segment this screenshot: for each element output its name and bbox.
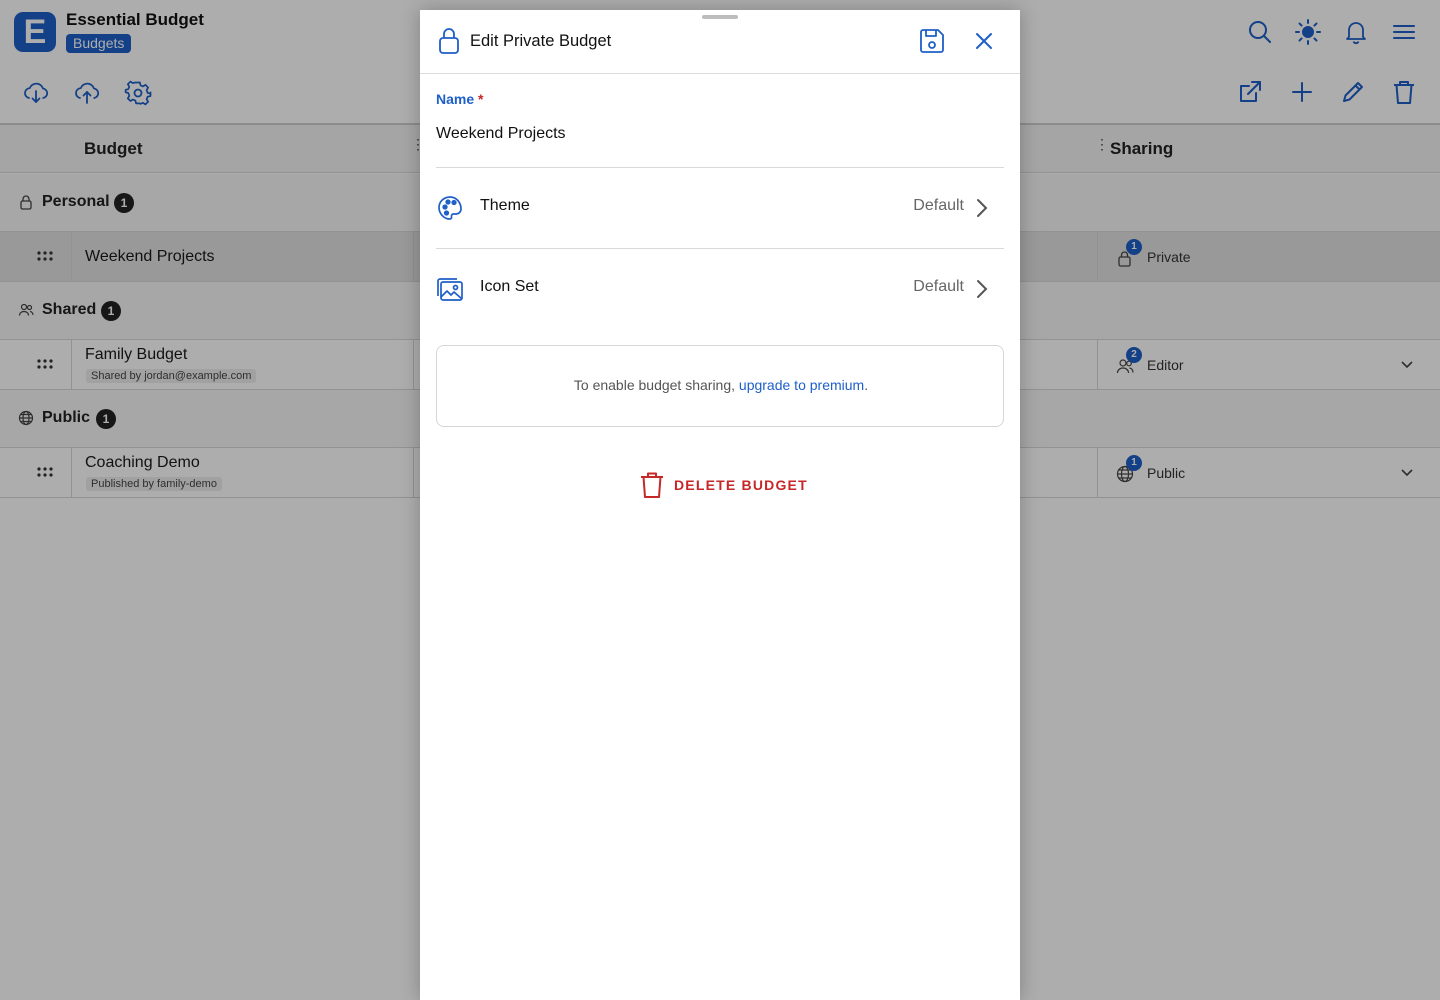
icon-set-value: Default — [913, 278, 964, 295]
delete-budget-button[interactable]: DELETE BUDGET — [640, 470, 808, 500]
theme-label: Theme — [480, 197, 530, 214]
divider — [436, 248, 1004, 249]
chevron-right-icon — [977, 199, 988, 217]
trash-icon — [641, 472, 663, 498]
close-icon[interactable] — [974, 31, 994, 51]
dialog-header: Edit Private Budget — [420, 10, 1020, 74]
delete-budget-label: DELETE BUDGET — [674, 477, 808, 493]
theme-value: Default — [913, 197, 964, 214]
chevron-right-icon — [977, 280, 988, 298]
name-field[interactable]: Weekend Projects — [436, 125, 566, 143]
theme-row[interactable]: Theme Default — [436, 180, 1004, 236]
icon-set-row[interactable]: Icon Set Default — [436, 261, 1004, 317]
edit-budget-dialog: Edit Private Budget Name * Weekend Proje… — [420, 10, 1020, 1000]
lock-icon — [439, 28, 459, 54]
dialog-title: Edit Private Budget — [470, 32, 612, 50]
premium-notice-text: To enable budget sharing, upgrade to pre… — [573, 377, 869, 393]
premium-notice: To enable budget sharing, upgrade to pre… — [436, 345, 1004, 427]
icon-set-label: Icon Set — [480, 278, 539, 295]
upgrade-link[interactable]: upgrade to premium — [739, 377, 864, 393]
name-field-label: Name * — [436, 91, 484, 107]
palette-icon — [438, 196, 462, 220]
divider — [436, 167, 1004, 168]
images-icon — [437, 278, 463, 301]
save-icon[interactable] — [918, 27, 946, 55]
